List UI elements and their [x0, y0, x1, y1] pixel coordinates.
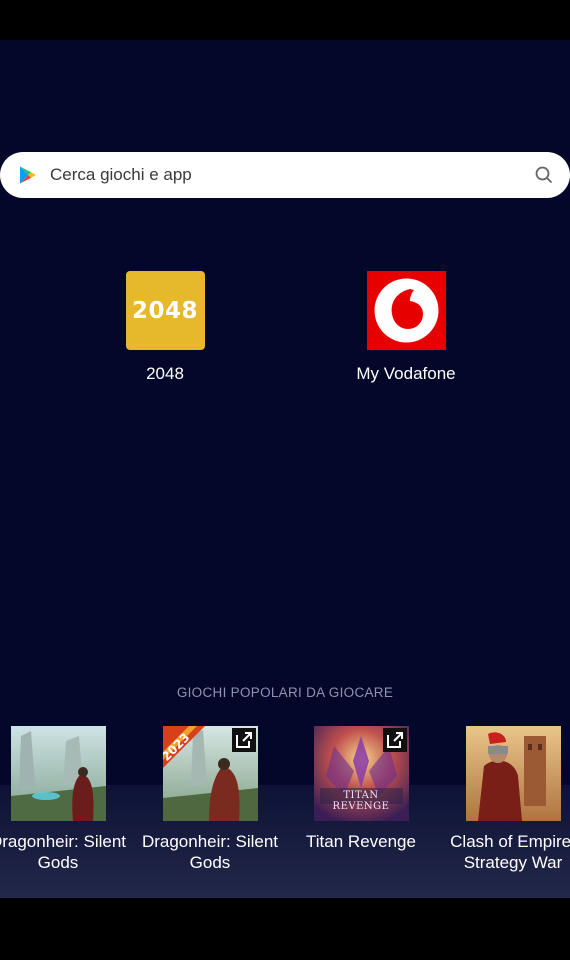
- titan-revenge-logo: TITAN REVENGE: [332, 790, 390, 812]
- game-card-dragonheir-1[interactable]: Dragonheir: Silent Gods: [0, 726, 138, 873]
- clash-of-empire-art: [465, 726, 561, 821]
- game-title: Titan Revenge: [306, 832, 416, 851]
- game-title: Dragonheir: Silent Gods: [141, 832, 279, 872]
- external-link-icon[interactable]: [231, 728, 256, 752]
- home-screen: Cerca giochi e app 2048 2048 My Vodafone…: [0, 40, 570, 898]
- google-play-icon: [20, 166, 36, 184]
- game-title: Dragonheir: Silent Gods: [0, 832, 127, 872]
- titan-revenge-thumbnail[interactable]: TITAN REVENGE: [313, 726, 409, 821]
- app-label: My Vodafone: [356, 364, 456, 383]
- vodafone-logo: [366, 271, 446, 350]
- vodafone-icon[interactable]: [366, 271, 446, 350]
- search-input[interactable]: Cerca giochi e app: [50, 165, 192, 185]
- app-my-vodafone[interactable]: My Vodafone: [326, 271, 486, 384]
- popular-games-title: GIOCHI POPOLARI DA GIOCARE: [176, 685, 394, 700]
- search-icon[interactable]: [534, 165, 554, 185]
- search-bar[interactable]: Cerca giochi e app: [0, 152, 570, 198]
- dragonheir-2023-thumbnail[interactable]: 2023: [162, 726, 258, 821]
- app-2048[interactable]: 2048 2048: [85, 271, 245, 384]
- game-card-clash-of-empire[interactable]: Clash of Empire: Strategy War: [433, 726, 570, 873]
- clash-of-empire-thumbnail[interactable]: [465, 726, 561, 821]
- 2048-icon-text: 2048: [131, 297, 198, 324]
- game-card-titan-revenge[interactable]: TITAN REVENGE Titan Revenge: [281, 726, 441, 852]
- dragonheir-thumbnail[interactable]: [10, 726, 106, 821]
- game-title: Clash of Empire: Strategy War: [450, 832, 570, 872]
- game-card-dragonheir-2[interactable]: 2023 Dragonheir: Silent Gods: [130, 726, 290, 873]
- external-link-icon[interactable]: [382, 728, 407, 752]
- 2048-icon[interactable]: 2048: [125, 271, 205, 350]
- app-label: 2048: [146, 364, 184, 383]
- dragonheir-art: [10, 726, 106, 821]
